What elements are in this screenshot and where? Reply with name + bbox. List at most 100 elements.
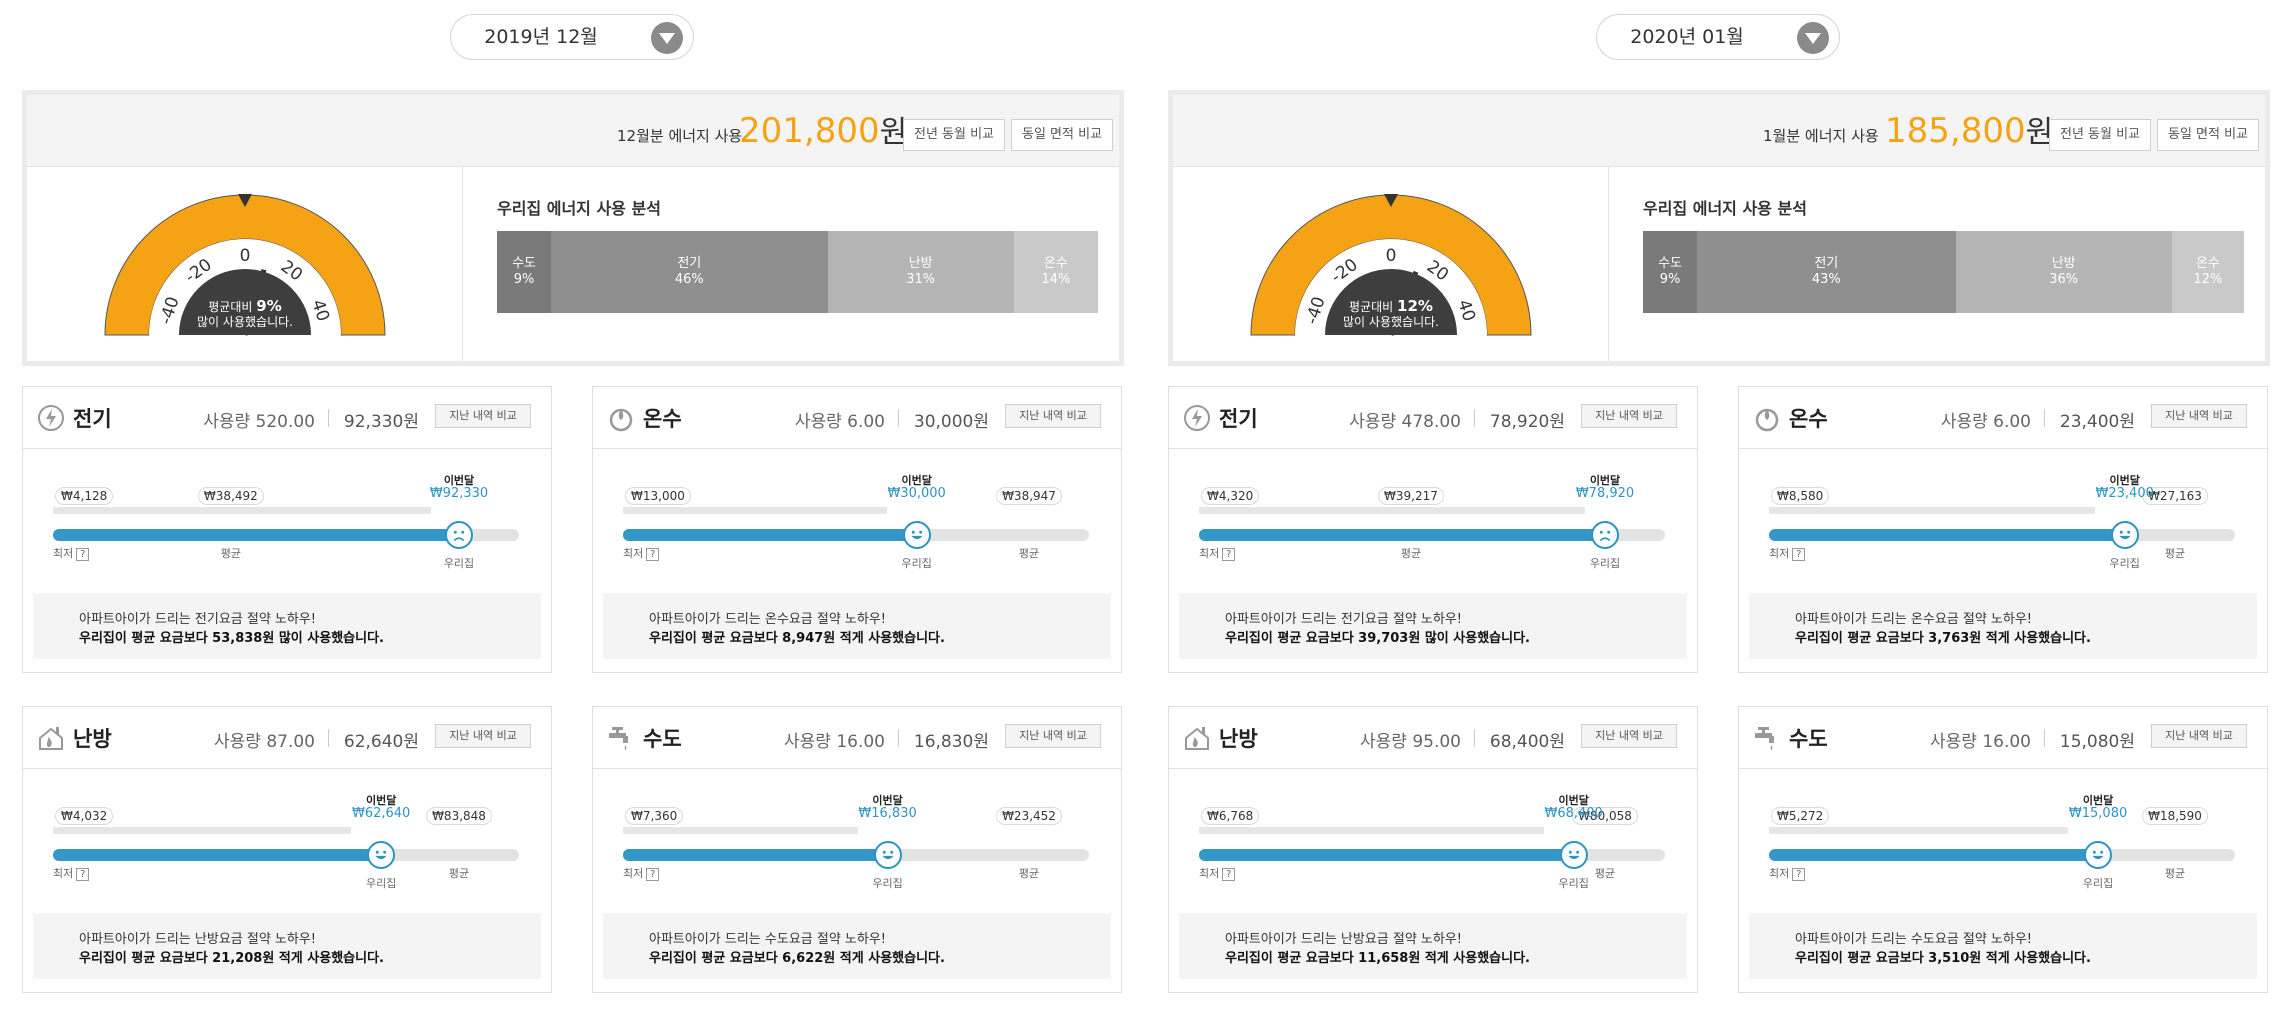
- heating-icon: [37, 724, 65, 752]
- happy-face-icon: [2110, 521, 2139, 549]
- bar-fill: [53, 529, 459, 541]
- min-value-label: ₩8,580: [1771, 487, 1830, 505]
- happy-face-icon: [902, 521, 931, 549]
- card-divider: [2044, 409, 2045, 427]
- history-compare-button[interactable]: 지난 내역 비교: [2151, 404, 2247, 428]
- bar-fill: [53, 849, 382, 861]
- segment-percent: 14%: [1041, 272, 1071, 287]
- same-area-compare-button[interactable]: 동일 면적 비교: [1011, 119, 1113, 151]
- tip-message: 우리집이 평균 요금보다 53,838원 많이 사용했습니다.: [79, 631, 384, 646]
- same-area-compare-button[interactable]: 동일 면적 비교: [2157, 119, 2259, 151]
- card-usage: 사용량 16.00: [1930, 732, 2031, 752]
- tip-message: 우리집이 평균 요금보다 8,947원 적게 사용했습니다.: [649, 631, 945, 646]
- analysis-bar: 수도 9% 전기 46% 난방 31% 온수 14%: [497, 231, 1098, 313]
- bar-fill: [623, 529, 917, 541]
- tip-message: 우리집이 평균 요금보다 11,658원 적게 사용했습니다.: [1225, 951, 1530, 966]
- saving-tip: 아파트아이가 드리는 전기요금 절약 노하우! 우리집이 평균 요금보다 39,7…: [1179, 593, 1687, 659]
- segment-name: 수도: [1658, 256, 1682, 271]
- tip-message: 우리집이 평균 요금보다 6,622원 적게 사용했습니다.: [649, 951, 945, 966]
- bottom-avg-label: 평균: [220, 547, 241, 560]
- bottom-cur-label: 우리집: [1558, 877, 1589, 890]
- bottom-cur-label: 우리집: [1589, 557, 1621, 570]
- history-compare-button[interactable]: 지난 내역 비교: [435, 404, 531, 428]
- reference-bar: [1769, 827, 2069, 834]
- bottom-avg-label: 평균: [448, 867, 470, 880]
- card-cost: 92,330원: [343, 412, 419, 432]
- gauge-caption: 평균대비 9%: [27, 299, 463, 315]
- help-icon[interactable]: ?: [1792, 867, 1806, 881]
- help-icon[interactable]: ?: [76, 547, 90, 561]
- analysis-segment: 온수 12%: [2171, 231, 2244, 313]
- reference-bar: [1199, 507, 1585, 514]
- this-month-value: ₩68,400: [1544, 806, 1603, 821]
- bottom-min-text: 최저: [53, 867, 74, 880]
- gauge-tick-label: 0: [240, 246, 251, 266]
- yoy-compare-button[interactable]: 전년 동월 비교: [903, 119, 1005, 151]
- card-divider: [898, 409, 899, 427]
- saving-tip: 아파트아이가 드리는 수도요금 절약 노하우! 우리집이 평균 요금보다 6,62…: [603, 913, 1111, 979]
- card-cost: 62,640원: [343, 732, 419, 752]
- help-icon[interactable]: ?: [646, 547, 660, 561]
- gauge-svg: -40-20 02040: [104, 194, 386, 336]
- card-divider: [2044, 729, 2045, 747]
- month-select[interactable]: 2019년 12월: [450, 14, 694, 60]
- bottom-min-label: 최저?: [1199, 545, 1236, 561]
- gauge-line1: 평균대비: [1349, 300, 1394, 314]
- gauge-percent: 9%: [256, 297, 282, 315]
- segment-percent: 12%: [2193, 272, 2223, 287]
- gauge-line2: 많이 사용했습니다.: [1343, 315, 1439, 329]
- tip-title: 아파트아이가 드리는 전기요금 절약 노하우!: [1225, 612, 1463, 627]
- energy-summary: 1월분 에너지 사용 185,800원 전년 동월 비교 동일 면적 비교 -40 -20…: [1168, 90, 2270, 366]
- help-icon[interactable]: ?: [1222, 547, 1236, 561]
- history-compare-button[interactable]: 지난 내역 비교: [1581, 724, 1677, 748]
- avg-value-label: ₩18,590: [2142, 807, 2208, 825]
- this-month-value: ₩16,830: [858, 806, 917, 821]
- bottom-min-label: 최저?: [623, 865, 660, 881]
- analysis-bar: 수도 9% 전기 43% 난방 36% 온수 12%: [1643, 231, 2244, 313]
- analysis-segment: 수도 9%: [1643, 231, 1698, 313]
- bottom-avg-label: 평균: [2164, 547, 2186, 560]
- card-cost: 68,400원: [1489, 732, 1565, 752]
- help-icon[interactable]: ?: [646, 867, 660, 881]
- card-usage: 사용량 87.00: [214, 732, 315, 752]
- history-compare-button[interactable]: 지난 내역 비교: [435, 724, 531, 748]
- min-value-label: ₩5,272: [1771, 807, 1830, 825]
- bottom-min-text: 최저: [1199, 867, 1220, 880]
- tip-title: 아파트아이가 드리는 수도요금 절약 노하우!: [1795, 932, 2033, 947]
- min-value-label: ₩4,128: [55, 487, 114, 505]
- history-compare-button[interactable]: 지난 내역 비교: [2151, 724, 2247, 748]
- bar-fill: [623, 849, 888, 861]
- month-select[interactable]: 2020년 01월: [1596, 14, 1840, 60]
- help-icon[interactable]: ?: [76, 867, 90, 881]
- energy-dashboard: 2019년 12월 12월분 에너지 사용 201,800원 전년 동월 비교 동일 면…: [0, 0, 2292, 1016]
- this-month-value: ₩78,920: [1575, 486, 1635, 501]
- card-divider: [1474, 729, 1475, 747]
- analysis-title: 우리집 에너지 사용 분석: [1643, 199, 1807, 218]
- history-compare-button[interactable]: 지난 내역 비교: [1005, 404, 1101, 428]
- history-compare-button[interactable]: 지난 내역 비교: [1581, 404, 1677, 428]
- tip-title: 아파트아이가 드리는 온수요금 절약 노하우!: [1795, 612, 2033, 627]
- segment-name: 전기: [1814, 256, 1839, 271]
- chevron-down-icon[interactable]: [651, 22, 683, 54]
- card-header: 난방 사용량 95.00 68,400원 지난 내역 비교: [1169, 707, 1697, 769]
- this-month-value: ₩15,080: [2068, 806, 2128, 821]
- gauge-line1: 평균대비: [208, 300, 253, 314]
- segment-name: 온수: [2195, 256, 2220, 271]
- utility-card: 수도 사용량 16.00 15,080원 지난 내역 비교 ₩5,272 ₩18,590 이…: [1738, 706, 2268, 993]
- saving-tip: 아파트아이가 드리는 난방요금 절약 노하우! 우리집이 평균 요금보다 21,2…: [33, 913, 541, 979]
- card-cost: 23,400원: [2059, 412, 2135, 432]
- avg-value-label: ₩83,848: [426, 807, 492, 825]
- tip-message: 우리집이 평균 요금보다 21,208원 적게 사용했습니다.: [79, 951, 384, 966]
- history-compare-button[interactable]: 지난 내역 비교: [1005, 724, 1101, 748]
- card-usage: 사용량 6.00: [1940, 412, 2031, 432]
- help-icon[interactable]: ?: [1222, 867, 1236, 881]
- bar-fill: [1769, 529, 2125, 541]
- chevron-down-icon[interactable]: [1797, 22, 1829, 54]
- min-value-label: ₩7,360: [625, 807, 684, 825]
- help-icon[interactable]: ?: [1792, 547, 1806, 561]
- bottom-avg-label: 평균: [1594, 867, 1616, 880]
- usage-gauge: -40 -20 0 20 40 평균대비 9% 많이 사용했습니다.: [27, 167, 463, 361]
- happy-face-icon: [2084, 841, 2113, 869]
- gauge-svg: -40-20 02040: [1250, 194, 1532, 336]
- yoy-compare-button[interactable]: 전년 동월 비교: [2049, 119, 2151, 151]
